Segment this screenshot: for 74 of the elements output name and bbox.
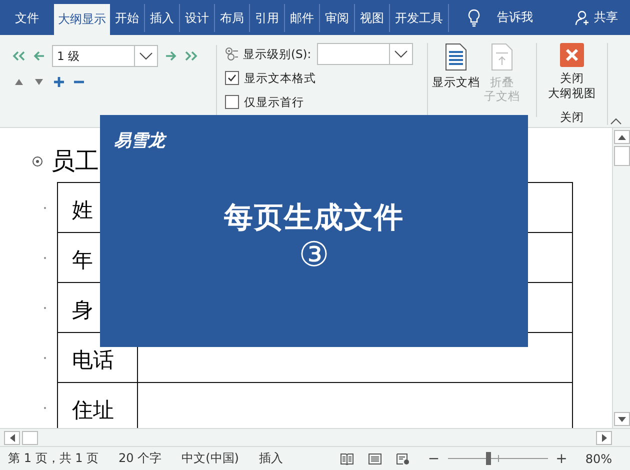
ribbon-tab[interactable]: 设计: [180, 4, 215, 32]
document-heading: 员工: [51, 146, 99, 177]
step-number: ③: [298, 238, 330, 272]
table-cell: 姓: [72, 198, 93, 222]
checkbox[interactable]: [225, 95, 239, 109]
ribbon-tab[interactable]: 邮件: [285, 4, 320, 32]
scroll-right-button[interactable]: [596, 430, 612, 444]
expand-icon[interactable]: [54, 77, 64, 87]
tell-me-link[interactable]: 告诉我: [497, 9, 533, 26]
share-button[interactable]: 共享: [575, 9, 618, 26]
promote-icon[interactable]: [32, 50, 46, 62]
outline-expand-icon[interactable]: [32, 156, 43, 166]
close-icon: [560, 43, 584, 67]
close-outline-view-button[interactable]: 关闭 大纲视图: [548, 43, 596, 101]
move-up-icon[interactable]: [14, 78, 24, 86]
page-count: 第 1 页，共 1 页: [8, 450, 99, 467]
zoom-out-button[interactable]: −: [424, 450, 444, 466]
collapse-icon[interactable]: [74, 80, 84, 84]
slider-thumb[interactable]: [486, 452, 491, 465]
horizontal-scrollbar[interactable]: [0, 428, 630, 446]
ribbon-tab[interactable]: 文件: [0, 4, 54, 32]
chevron-down-icon: [394, 50, 408, 58]
promote-to-heading-icon[interactable]: [12, 50, 26, 62]
checkbox-label: 显示文本格式: [244, 70, 316, 86]
triangle-right-icon: [602, 434, 606, 442]
checkmark-icon: [227, 73, 237, 83]
ribbon-tab[interactable]: 审阅: [320, 4, 355, 32]
level-dropdown[interactable]: 1 级: [52, 45, 158, 67]
brand-logo: 易雪龙: [114, 130, 165, 152]
ribbon-tab[interactable]: 开始: [110, 4, 145, 32]
ribbon-tab[interactable]: 布局: [215, 4, 250, 32]
chevron-down-icon: [139, 52, 153, 60]
collapse-ribbon-icon[interactable]: [610, 117, 622, 125]
table-cell: 身: [72, 298, 93, 322]
triangle-left-icon: [10, 434, 14, 442]
triangle-up-icon: [618, 134, 626, 140]
print-layout-icon[interactable]: [368, 452, 382, 464]
show-level-label: 显示级别(S):: [243, 46, 312, 62]
language-indicator: 中文(中国): [182, 450, 239, 467]
move-down-icon[interactable]: [34, 78, 44, 86]
insert-mode: 插入: [259, 450, 283, 467]
collapse-subdocuments-button: 折叠 子文档: [482, 43, 522, 103]
checkbox-label: 仅显示首行: [244, 94, 304, 110]
ribbon-tab[interactable]: 大纲显示: [54, 4, 110, 35]
vertical-scrollbar[interactable]: [612, 128, 630, 428]
ribbon-tab[interactable]: 插入: [145, 4, 180, 32]
document-icon: [445, 43, 467, 71]
triangle-down-icon: [618, 416, 626, 422]
web-layout-icon[interactable]: [396, 452, 410, 464]
table-cell: 年: [72, 248, 93, 272]
person-add-icon: [575, 10, 591, 26]
scrollbar-thumb[interactable]: [614, 146, 630, 166]
lightbulb-icon: [467, 8, 481, 28]
zoom-level[interactable]: 80%: [585, 452, 612, 466]
checkbox[interactable]: [225, 71, 239, 85]
ribbon-tab[interactable]: 视图: [355, 4, 390, 32]
document-arrow-icon: [491, 43, 513, 71]
table-cell: 住址: [72, 398, 114, 422]
scroll-up-button[interactable]: [614, 130, 630, 144]
scroll-left-button[interactable]: [4, 430, 20, 444]
zoom-in-button[interactable]: +: [552, 450, 572, 466]
table-cell: 电话: [72, 348, 114, 372]
word-count: 20 个字: [118, 450, 162, 467]
ribbon-tab[interactable]: 开发工具: [390, 4, 449, 32]
scroll-down-button[interactable]: [614, 412, 630, 426]
banner-title: 每页生成文件: [224, 199, 404, 236]
read-mode-icon[interactable]: [340, 452, 354, 464]
scrollbar-thumb[interactable]: [22, 430, 38, 444]
ribbon-tab[interactable]: 引用: [250, 4, 285, 32]
demote-to-body-icon[interactable]: [184, 50, 198, 62]
show-level-icon: [225, 47, 239, 61]
show-document-button[interactable]: 显示文档: [430, 43, 482, 89]
group-label: 关闭: [560, 110, 584, 125]
demote-icon[interactable]: [164, 50, 178, 62]
